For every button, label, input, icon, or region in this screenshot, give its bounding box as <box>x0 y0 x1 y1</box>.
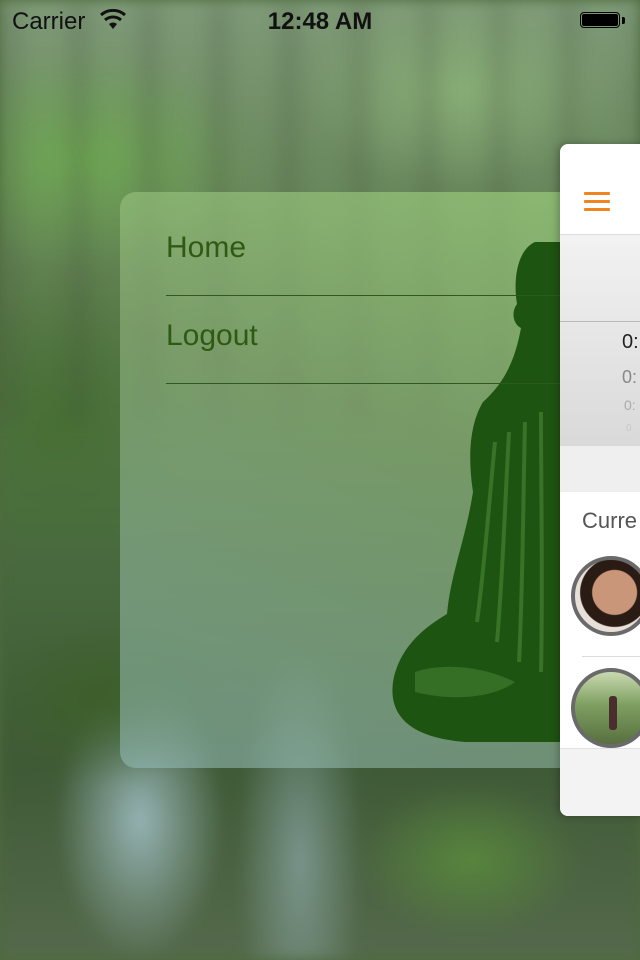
picker-value: 0 <box>626 423 632 434</box>
avatar[interactable] <box>571 556 640 636</box>
picker-selection-line <box>560 321 640 322</box>
picker-value: 0: <box>622 367 638 387</box>
hamburger-menu-icon[interactable] <box>584 192 610 212</box>
status-bar: Carrier 12:48 AM <box>0 0 640 40</box>
picker-value-selected: 0: <box>622 331 639 353</box>
menu-item-logout[interactable]: Logout <box>166 296 580 384</box>
time-picker[interactable]: 0: 0: 0: 0 <box>560 234 640 447</box>
main-view-card[interactable]: 0: 0: 0: 0 Curre <box>560 144 640 816</box>
row-divider <box>582 656 640 657</box>
clock: 12:48 AM <box>267 8 373 35</box>
bottom-bar <box>560 748 640 816</box>
side-menu: Home Logout <box>120 192 580 768</box>
menu-item-home[interactable]: Home <box>166 208 580 296</box>
menu-item-label: Home <box>166 231 247 264</box>
menu-item-label: Logout <box>166 319 258 352</box>
section-title: Curre <box>582 508 638 533</box>
battery-icon <box>580 12 626 30</box>
picker-value: 0: <box>624 397 636 413</box>
avatar[interactable] <box>571 668 640 748</box>
section-gap <box>560 446 640 492</box>
